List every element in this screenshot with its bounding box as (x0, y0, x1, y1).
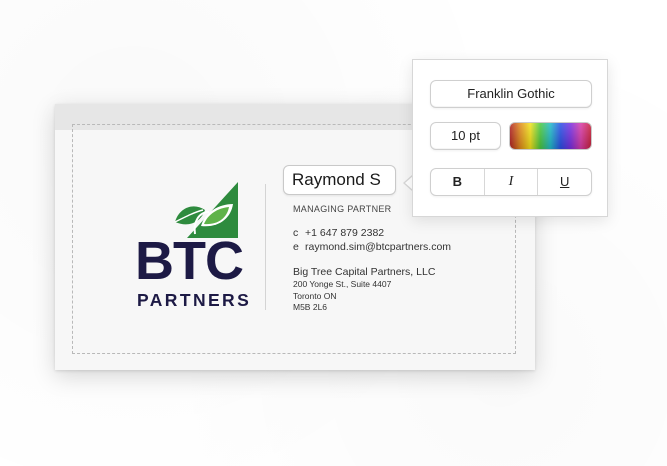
phone-line: c +1 647 879 2382 (293, 227, 384, 239)
phone-prefix: c (293, 227, 299, 239)
address-line-1: 200 Yonge St., Suite 4407 (293, 279, 392, 289)
underline-button[interactable]: U (538, 169, 591, 195)
address-line-2: Toronto ON (293, 291, 337, 301)
company-name: Big Tree Capital Partners, LLC (293, 266, 436, 278)
font-size-input[interactable]: 10 pt (430, 122, 501, 150)
text-style-group: B I U (430, 168, 592, 196)
phone-value: +1 647 879 2382 (305, 227, 385, 239)
bold-button[interactable]: B (431, 169, 485, 195)
address-line-3: M5B 2L6 (293, 302, 328, 312)
company-logo: BTC PARTNERS (135, 182, 252, 312)
text-color-picker[interactable] (509, 122, 592, 150)
email-prefix: e (293, 241, 299, 253)
email-value: raymond.sim@btcpartners.com (305, 241, 452, 253)
email-line: e raymond.sim@btcpartners.com (293, 241, 451, 253)
font-family-select[interactable]: Franklin Gothic (430, 80, 592, 108)
job-title: MANAGING PARTNER (293, 204, 392, 214)
logo-wordmark: BTC (135, 231, 244, 291)
tree-logo-icon (174, 182, 238, 238)
vertical-divider (265, 184, 266, 310)
name-text-field[interactable]: Raymond S (283, 165, 396, 195)
text-format-popover: Franklin Gothic 10 pt B I U (412, 59, 608, 217)
logo-tagline: PARTNERS (137, 290, 252, 310)
italic-button[interactable]: I (485, 169, 539, 195)
